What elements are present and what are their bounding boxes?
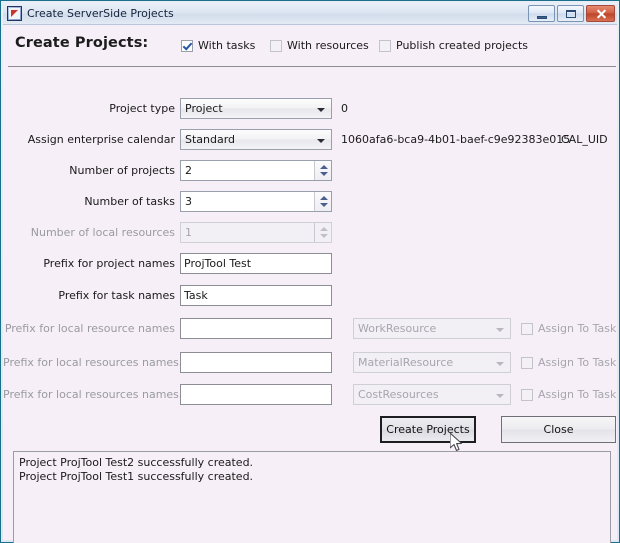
create-projects-button[interactable]: Create Projects — [380, 416, 476, 443]
row-local-resource-2: Prefix for local resources names Materia… — [3, 352, 617, 374]
window-controls — [528, 5, 615, 22]
spinner-number-of-tasks[interactable]: 3 — [180, 191, 332, 212]
input-prefix-project-names-value: ProjTool Test — [184, 257, 252, 270]
label-prefix-local-resource-names-1: Prefix for local resource names — [4, 322, 175, 335]
spinner-number-of-projects-buttons[interactable] — [314, 161, 331, 180]
combo-resource-type-2[interactable]: MaterialResource — [353, 352, 511, 373]
info-project-type: 0 — [341, 102, 348, 115]
checkbox-assign-to-task-3-label: Assign To Task — [538, 388, 617, 401]
label-number-of-tasks: Number of tasks — [84, 195, 175, 208]
spinner-number-of-projects-value: 2 — [185, 164, 192, 177]
row-prefix-project-names: Prefix for project names ProjTool Test — [3, 253, 617, 275]
checkbox-publish-created-projects[interactable]: Publish created projects — [379, 39, 528, 52]
row-enterprise-calendar: Assign enterprise calendar Standard 1060… — [3, 129, 617, 151]
minimize-icon[interactable] — [528, 5, 555, 22]
close-button[interactable]: Close — [501, 416, 616, 443]
checkbox-assign-to-task-2-box[interactable] — [521, 356, 533, 369]
checkbox-with-resources-box[interactable] — [270, 39, 282, 52]
label-prefix-local-resource-names-3: Prefix for local resources names — [3, 388, 179, 401]
row-number-of-tasks: Number of tasks 3 — [3, 191, 617, 213]
info-calendar-uid-value: 1060afa6-bca9-4b01-baef-c9e92383e015 — [341, 133, 571, 146]
row-prefix-task-names: Prefix for task names Task — [3, 285, 617, 307]
checkbox-assign-to-task-2[interactable]: Assign To Task — [521, 356, 616, 369]
info-calendar-uid-label: CAL_UID — [561, 133, 608, 146]
row-local-resource-1: Prefix for local resource names WorkReso… — [3, 318, 617, 340]
checkbox-assign-to-task-1-box[interactable] — [521, 322, 533, 335]
chevron-down-icon — [317, 108, 325, 112]
client-area: Create Projects: With tasks With resourc… — [3, 25, 617, 543]
maximize-icon[interactable] — [557, 5, 584, 22]
checkbox-publish-created-projects-label: Publish created projects — [396, 39, 529, 52]
combo-project-type-value: Project — [185, 102, 223, 115]
spinner-number-of-projects[interactable]: 2 — [180, 160, 332, 181]
label-prefix-task-names: Prefix for task names — [58, 289, 175, 302]
spinner-number-of-tasks-value: 3 — [185, 195, 192, 208]
log-output[interactable]: Project ProjTool Test2 successfully crea… — [13, 451, 611, 543]
row-number-of-projects: Number of projects 2 — [3, 160, 617, 182]
input-prefix-local-resource-names-3[interactable] — [180, 384, 332, 405]
chevron-down-icon — [496, 362, 504, 366]
checkbox-assign-to-task-1[interactable]: Assign To Task — [521, 322, 616, 335]
checkbox-with-tasks-label: With tasks — [198, 39, 256, 52]
application-window: Create ServerSide Projects Create Projec… — [0, 0, 620, 543]
checkbox-with-resources-label: With resources — [287, 39, 369, 52]
checkbox-assign-to-task-3-box[interactable] — [521, 388, 533, 401]
title-bar[interactable]: Create ServerSide Projects — [3, 3, 617, 25]
window-frame: Create ServerSide Projects Create Projec… — [0, 0, 620, 543]
combo-resource-type-1[interactable]: WorkResource — [353, 318, 511, 339]
spinner-up-icon — [320, 227, 328, 231]
combo-resource-type-3-value: CostResources — [358, 388, 439, 401]
combo-resource-type-3[interactable]: CostResources — [353, 384, 511, 405]
window-title: Create ServerSide Projects — [27, 7, 174, 20]
spinner-number-of-local-resources[interactable]: 1 — [180, 222, 332, 243]
page-title: Create Projects: — [15, 35, 149, 51]
label-project-type: Project type — [109, 102, 175, 115]
checkbox-assign-to-task-2-label: Assign To Task — [538, 356, 617, 369]
label-number-of-projects: Number of projects — [69, 164, 175, 177]
label-number-of-local-resources: Number of local resources — [30, 226, 175, 239]
combo-enterprise-calendar[interactable]: Standard — [180, 129, 332, 150]
chevron-down-icon — [317, 139, 325, 143]
input-prefix-project-names[interactable]: ProjTool Test — [180, 253, 332, 274]
spinner-down-icon[interactable] — [320, 203, 328, 207]
label-prefix-project-names: Prefix for project names — [43, 257, 175, 270]
log-line: Project ProjTool Test1 successfully crea… — [19, 469, 254, 483]
checkbox-with-tasks-box[interactable] — [181, 39, 193, 52]
combo-enterprise-calendar-value: Standard — [185, 133, 236, 146]
input-prefix-local-resource-names-1[interactable] — [180, 318, 332, 339]
spinner-down-icon — [320, 234, 328, 238]
log-line: Project ProjTool Test2 successfully crea… — [19, 456, 254, 469]
spinner-number-of-tasks-buttons[interactable] — [314, 192, 331, 211]
header-separator — [8, 66, 616, 67]
combo-project-type[interactable]: Project — [180, 98, 332, 119]
app-icon — [7, 6, 22, 21]
row-project-type: Project type Project 0 — [3, 98, 617, 120]
checkbox-with-tasks[interactable]: With tasks — [181, 39, 255, 52]
row-local-resource-3: Prefix for local resources names CostRes… — [3, 384, 617, 406]
close-icon[interactable] — [586, 5, 615, 22]
spinner-down-icon[interactable] — [320, 172, 328, 176]
checkbox-assign-to-task-1-label: Assign To Task — [538, 322, 617, 335]
row-number-of-local-resources: Number of local resources 1 — [3, 222, 617, 244]
combo-resource-type-2-value: MaterialResource — [358, 356, 454, 369]
chevron-down-icon — [496, 394, 504, 398]
label-prefix-local-resource-names-2: Prefix for local resources names — [3, 356, 179, 369]
checkbox-assign-to-task-3[interactable]: Assign To Task — [521, 388, 616, 401]
spinner-number-of-local-resources-value: 1 — [185, 226, 192, 239]
input-prefix-task-names-value: Task — [184, 289, 208, 302]
label-enterprise-calendar: Assign enterprise calendar — [27, 133, 175, 146]
chevron-down-icon — [496, 328, 504, 332]
spinner-number-of-local-resources-buttons — [314, 223, 331, 242]
header-row: Create Projects: With tasks With resourc… — [3, 25, 617, 67]
spinner-up-icon[interactable] — [320, 196, 328, 200]
spinner-up-icon[interactable] — [320, 165, 328, 169]
checkbox-with-resources[interactable]: With resources — [270, 39, 369, 52]
combo-resource-type-1-value: WorkResource — [358, 322, 437, 335]
input-prefix-local-resource-names-2[interactable] — [180, 352, 332, 373]
input-prefix-task-names[interactable]: Task — [180, 285, 332, 306]
checkbox-publish-created-projects-box[interactable] — [379, 39, 391, 52]
